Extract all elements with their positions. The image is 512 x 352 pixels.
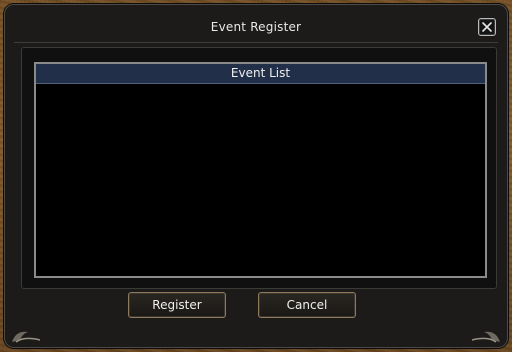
ornament-corner-icon	[471, 331, 500, 343]
close-button[interactable]	[478, 18, 496, 36]
title-bar: Event Register	[14, 12, 498, 43]
event-list[interactable]: Event List	[34, 62, 487, 278]
dialog-title: Event Register	[210, 20, 302, 34]
event-list-panel: Event List	[22, 48, 496, 288]
cancel-button[interactable]: Cancel	[258, 292, 356, 318]
event-list-header-label: Event List	[230, 66, 291, 80]
close-icon	[482, 22, 492, 32]
event-register-dialog: Event Register Event List Register Cance…	[4, 4, 508, 348]
ornament-corner-icon	[12, 331, 41, 343]
event-list-header: Event List	[36, 64, 485, 84]
register-button[interactable]: Register	[128, 292, 226, 318]
